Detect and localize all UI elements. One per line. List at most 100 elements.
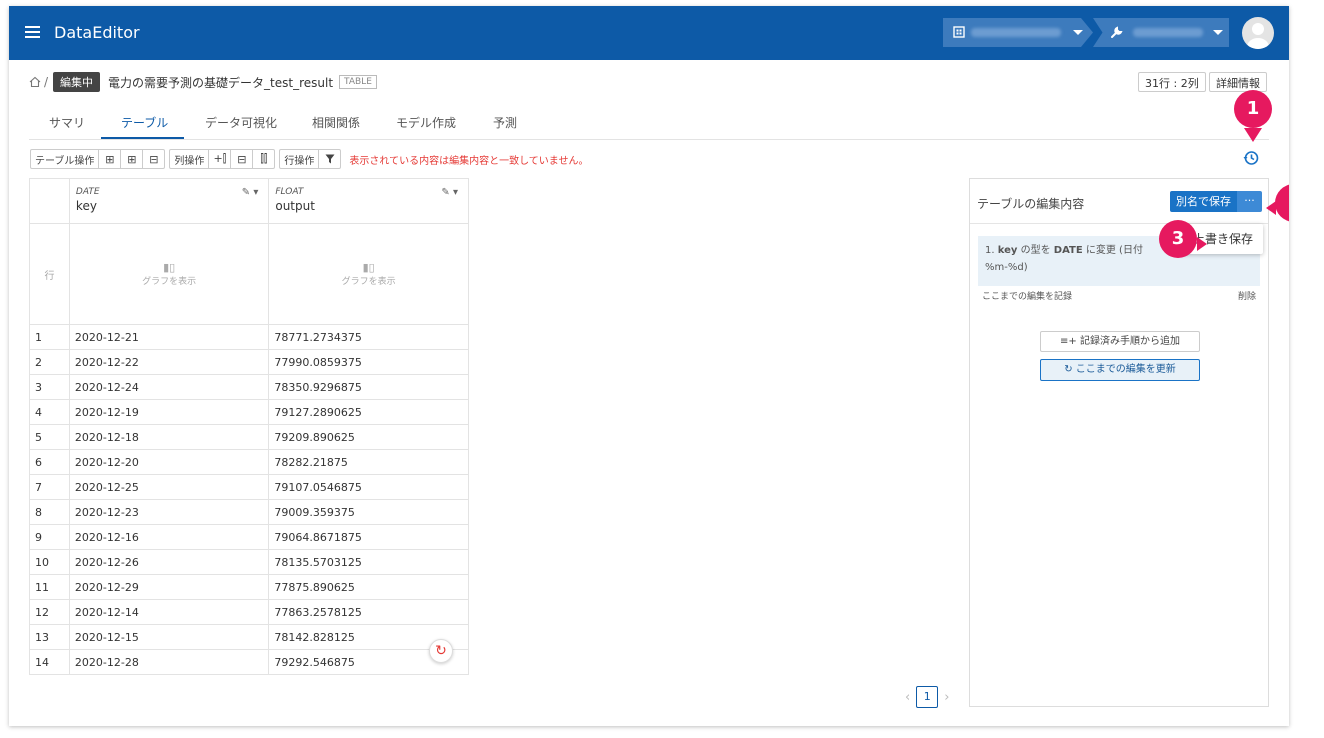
cell-output[interactable]: 78135.5703125 — [268, 549, 469, 575]
chevron-down-icon — [1073, 30, 1083, 35]
cell-output[interactable]: 77875.890625 — [268, 574, 469, 600]
row-number[interactable]: 10 — [29, 549, 70, 575]
row-number[interactable]: 5 — [29, 424, 70, 450]
row-number[interactable]: 9 — [29, 524, 70, 550]
cell-output[interactable]: 77990.0859375 — [268, 349, 469, 375]
table-merge-icon[interactable]: ⊞ — [120, 150, 142, 168]
app-window: DataEditor / 編集中 電力の需要予測の基礎データ_test_resu… — [9, 6, 1289, 726]
annotation-marker-3: 3 — [1159, 220, 1197, 258]
row-number[interactable]: 12 — [29, 599, 70, 625]
top-bar: DataEditor — [9, 6, 1289, 60]
details-button[interactable]: 詳細情報 — [1209, 72, 1267, 92]
cell-output[interactable]: 77863.2578125 — [268, 599, 469, 625]
tab-correlation[interactable]: 相関関係 — [312, 114, 360, 131]
add-from-recorded-button[interactable]: ≡+ 記録済み手順から追加 — [1040, 331, 1200, 352]
cell-key[interactable]: 2020-12-18 — [68, 424, 270, 450]
filter-icon[interactable] — [318, 150, 340, 168]
cell-key[interactable]: 2020-12-25 — [68, 474, 270, 500]
row-number[interactable]: 7 — [29, 474, 70, 500]
row-number[interactable]: 6 — [29, 449, 70, 475]
row-number[interactable]: 11 — [29, 574, 70, 600]
organization-select[interactable] — [943, 18, 1093, 47]
cell-key[interactable]: 2020-12-16 — [68, 524, 270, 550]
cell-key[interactable]: 2020-12-29 — [68, 574, 270, 600]
row-number[interactable]: 14 — [29, 649, 70, 675]
row-ops-group: 行操作 — [279, 149, 342, 169]
row-number[interactable]: 4 — [29, 399, 70, 425]
record-here-link[interactable]: ここまでの編集を記録 — [982, 292, 1072, 302]
row-number[interactable]: 1 — [29, 324, 70, 350]
cell-key[interactable]: 2020-12-19 — [68, 399, 270, 425]
row-column-count: 31行 : 2列 — [1138, 72, 1206, 92]
page-number[interactable]: 1 — [916, 686, 939, 708]
column-header-key[interactable]: DATE key ✎ ▾ — [68, 178, 270, 224]
cell-key[interactable]: 2020-12-20 — [68, 449, 270, 475]
tab-summary[interactable]: サマリ — [49, 114, 85, 131]
table-export-icon[interactable]: ⊟ — [142, 150, 164, 168]
cell-key[interactable]: 2020-12-15 — [68, 624, 270, 650]
project-select[interactable] — [1093, 18, 1229, 47]
save-as-button[interactable]: 別名で保存 — [1170, 191, 1237, 212]
row-header-label: 行 — [29, 223, 70, 325]
table-body: 1 2020-12-21 78771.2734375 2 2020-12-22 77990… — [29, 324, 469, 675]
cell-output[interactable]: 79009.359375 — [268, 499, 469, 525]
app-title: DataEditor — [54, 23, 140, 42]
delete-link[interactable]: 削除 — [1238, 289, 1256, 302]
tab-model[interactable]: モデル作成 — [396, 114, 456, 131]
table-row: 12 2020-12-14 77863.2578125 — [29, 599, 469, 625]
cell-key[interactable]: 2020-12-28 — [68, 649, 270, 675]
split-column-icon[interactable]: ⫿⫿ — [252, 150, 274, 168]
history-icon[interactable] — [1243, 150, 1259, 166]
cell-output[interactable]: 78282.21875 — [268, 449, 469, 475]
column-type-icon[interactable]: ⊟ — [230, 150, 252, 168]
column-type: FLOAT — [275, 187, 304, 197]
cell-key[interactable]: 2020-12-21 — [68, 324, 270, 350]
annotation-marker-1: 1 — [1234, 90, 1272, 128]
tab-prediction[interactable]: 予測 — [493, 114, 517, 131]
refresh-button[interactable]: ↻ — [429, 639, 453, 663]
building-icon — [953, 26, 965, 38]
update-edits-button[interactable]: ↻ ここまでの編集を更新 — [1040, 359, 1200, 381]
add-column-icon[interactable]: +⫿ — [208, 150, 230, 168]
tab-table[interactable]: テーブル — [121, 114, 168, 131]
cell-output[interactable]: 79107.0546875 — [268, 474, 469, 500]
active-tab-indicator — [101, 137, 184, 139]
bar-chart-icon: ▮▯ — [362, 261, 375, 274]
show-graph-label: グラフを表示 — [142, 277, 197, 287]
avatar[interactable] — [1242, 17, 1274, 49]
data-table: DATE key ✎ ▾ FLOAT output ✎ ▾ 行 ▮▯ グラフを表… — [29, 178, 469, 675]
cell-output[interactable]: 79127.2890625 — [268, 399, 469, 425]
cell-output[interactable]: 78771.2734375 — [268, 324, 469, 350]
column-header-output[interactable]: FLOAT output ✎ ▾ — [268, 178, 469, 224]
more-options-button[interactable]: ··· — [1237, 191, 1262, 212]
cell-key[interactable]: 2020-12-22 — [68, 349, 270, 375]
next-page-icon[interactable]: › — [944, 690, 949, 705]
edit-column-icon[interactable]: ✎ ▾ — [242, 187, 259, 198]
table-expand-icon[interactable]: ⊞ — [98, 150, 120, 168]
table-row: 14 2020-12-28 79292.546875 — [29, 649, 469, 675]
cell-output[interactable]: 79209.890625 — [268, 424, 469, 450]
tab-visualization[interactable]: データ可視化 — [205, 114, 277, 131]
table-row: 13 2020-12-15 78142.828125 — [29, 624, 469, 650]
edit-column-icon[interactable]: ✎ ▾ — [441, 187, 458, 198]
prev-page-icon[interactable]: ‹ — [905, 690, 910, 705]
table-row: 5 2020-12-18 79209.890625 — [29, 424, 469, 450]
row-number[interactable]: 13 — [29, 624, 70, 650]
row-number-header — [29, 178, 70, 224]
row-number[interactable]: 8 — [29, 499, 70, 525]
home-icon[interactable] — [29, 76, 41, 88]
column-header-row: DATE key ✎ ▾ FLOAT output ✎ ▾ — [29, 178, 469, 224]
show-graph-label: グラフを表示 — [341, 277, 396, 287]
row-number[interactable]: 3 — [29, 374, 70, 400]
cell-output[interactable]: 78350.9296875 — [268, 374, 469, 400]
menu-icon[interactable] — [25, 26, 40, 38]
show-graph-output[interactable]: ▮▯ グラフを表示 — [268, 223, 469, 325]
cell-output[interactable]: 79064.8671875 — [268, 524, 469, 550]
cell-key[interactable]: 2020-12-14 — [68, 599, 270, 625]
row-number[interactable]: 2 — [29, 349, 70, 375]
cell-key[interactable]: 2020-12-24 — [68, 374, 270, 400]
cell-key[interactable]: 2020-12-26 — [68, 549, 270, 575]
refresh-icon: ↻ — [1064, 364, 1076, 375]
show-graph-key[interactable]: ▮▯ グラフを表示 — [68, 223, 270, 325]
cell-key[interactable]: 2020-12-23 — [68, 499, 270, 525]
